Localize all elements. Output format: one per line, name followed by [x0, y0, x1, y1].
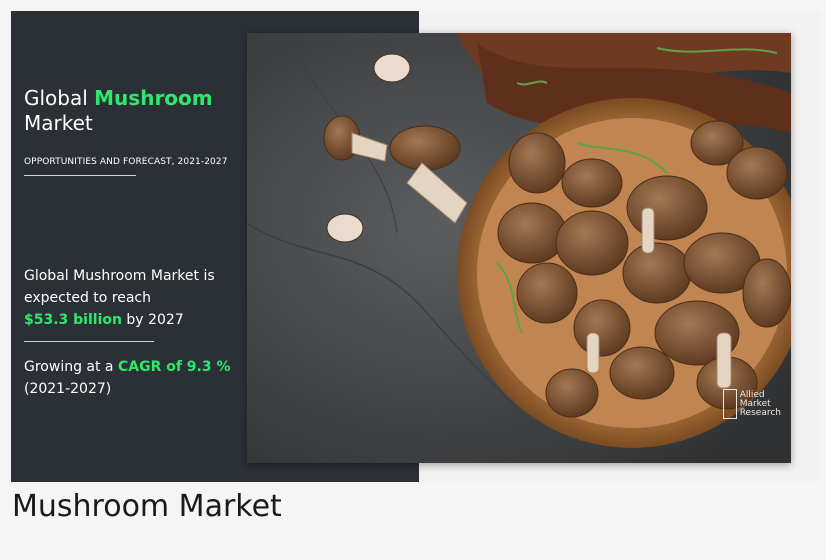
market-value: $53.3 billion: [24, 312, 122, 328]
cagr-stat: Growing at a CAGR of 9.3 % (2021-2027): [24, 356, 231, 400]
cagr-value: CAGR of 9.3 %: [117, 359, 231, 375]
stat-divider: [24, 341, 154, 342]
logo-mark-icon: [722, 389, 737, 419]
subtitle-divider: [24, 175, 136, 176]
stat2-prefix: Growing at a: [24, 359, 118, 375]
forecast-subtitle: OPPORTUNITIES AND FORECAST, 2021-2027: [24, 157, 228, 167]
logo-line3: Research: [739, 407, 781, 418]
title-line2: Market: [24, 111, 93, 135]
title-accent: Mushroom: [94, 86, 213, 110]
mushroom-bowl-illustration: [247, 33, 791, 463]
infographic-title: Global Mushroom Market: [24, 86, 213, 136]
allied-market-research-logo: Allied Market Research: [722, 389, 781, 419]
stat1-line1: Global Mushroom Market is: [24, 268, 215, 284]
title-prefix: Global: [24, 86, 95, 110]
image-caption: Mushroom Market: [12, 489, 282, 524]
stat1-suffix: by 2027: [121, 312, 184, 328]
mushroom-photo: Allied Market Research: [247, 33, 791, 463]
market-size-stat: Global Mushroom Market is expected to re…: [24, 265, 215, 331]
stat1-line2: expected to reach: [24, 290, 152, 306]
cagr-period: (2021-2027): [24, 381, 112, 397]
mushroom-market-infographic: Global Mushroom Market OPPORTUNITIES AND…: [11, 11, 821, 482]
